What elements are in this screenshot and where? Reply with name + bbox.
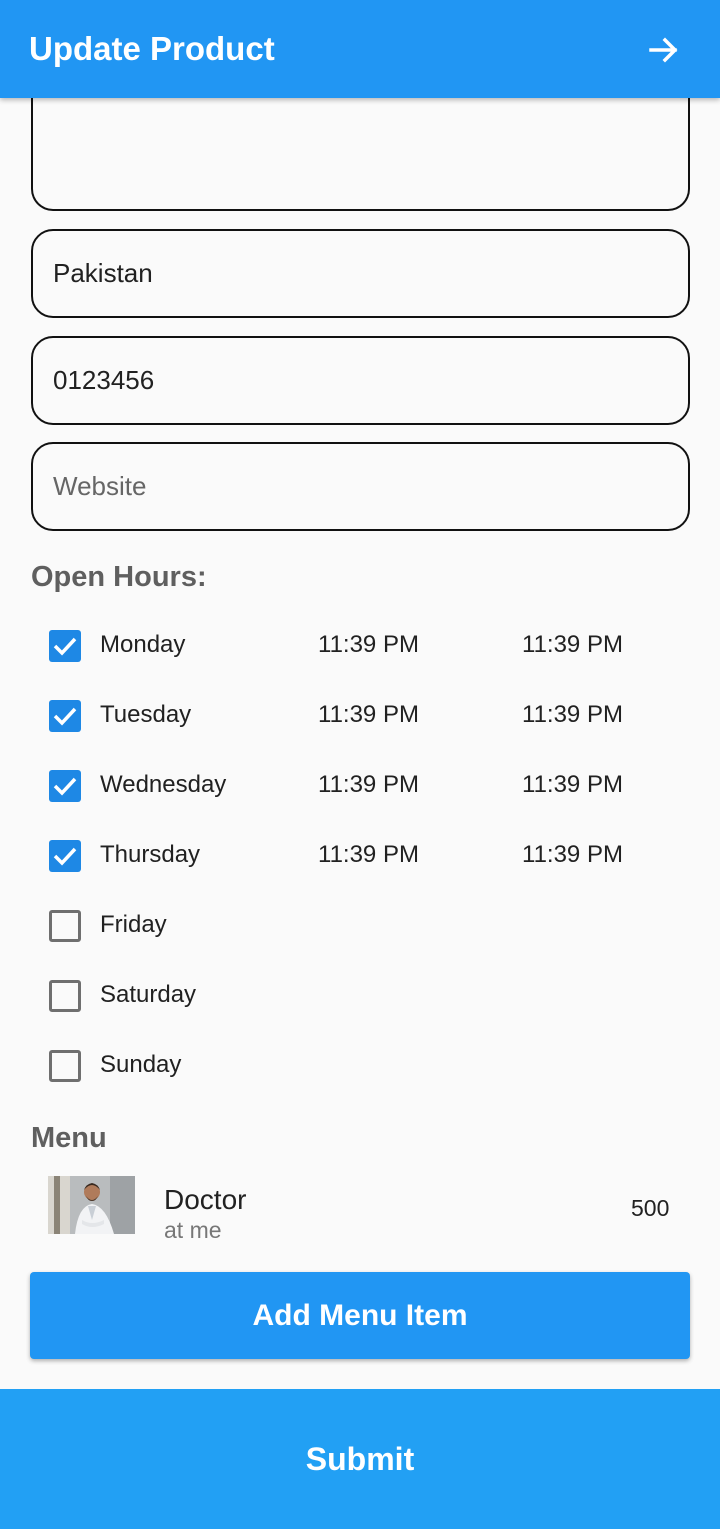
menu-item-price: 500 <box>631 1195 670 1221</box>
day-row-monday: Monday 11:39 PM 11:39 PM <box>0 613 720 683</box>
open-time[interactable]: 11:39 PM <box>318 771 419 799</box>
phone-field[interactable]: 0123456 <box>31 336 690 425</box>
day-row-sunday: Sunday <box>0 1033 720 1103</box>
close-time[interactable]: 11:39 PM <box>522 841 623 869</box>
add-menu-item-label: Add Menu Item <box>252 1298 468 1332</box>
day-label: Tuesday <box>100 701 192 728</box>
app-bar: Update Product <box>0 0 720 98</box>
day-row-friday: Friday <box>0 893 720 963</box>
checkbox-thursday[interactable] <box>49 840 81 872</box>
day-label: Thursday <box>100 841 201 868</box>
day-row-saturday: Saturday <box>0 963 720 1033</box>
day-label: Friday <box>100 911 167 938</box>
check-icon <box>53 777 77 796</box>
check-icon <box>53 637 77 656</box>
website-placeholder: Website <box>53 471 147 501</box>
page-title: Update Product <box>29 30 275 67</box>
website-field[interactable]: Website <box>31 442 690 531</box>
menu-item-image <box>48 1176 135 1234</box>
check-icon <box>53 707 77 726</box>
submit-button[interactable]: Submit <box>0 1389 720 1529</box>
check-icon <box>53 847 77 866</box>
day-row-tuesday: Tuesday 11:39 PM 11:39 PM <box>0 683 720 753</box>
checkbox-wednesday[interactable] <box>49 770 81 802</box>
day-label: Saturday <box>100 981 197 1008</box>
submit-label: Submit <box>305 1440 415 1477</box>
checkbox-saturday[interactable] <box>49 980 81 1012</box>
open-time[interactable]: 11:39 PM <box>318 841 419 869</box>
day-row-wednesday: Wednesday 11:39 PM 11:39 PM <box>0 753 720 823</box>
checkbox-monday[interactable] <box>49 630 81 662</box>
open-time[interactable]: 11:39 PM <box>318 701 419 729</box>
menu-label: Menu <box>31 1122 107 1154</box>
day-row-thursday: Thursday 11:39 PM 11:39 PM <box>0 823 720 893</box>
menu-item[interactable]: Doctor at me 500 <box>0 1168 720 1248</box>
arrow-right-icon[interactable] <box>640 26 688 74</box>
day-label: Wednesday <box>100 771 227 798</box>
close-time[interactable]: 11:39 PM <box>522 701 623 729</box>
checkbox-sunday[interactable] <box>49 1050 81 1082</box>
checkbox-tuesday[interactable] <box>49 700 81 732</box>
country-field[interactable]: Pakistan <box>31 229 690 318</box>
open-time[interactable]: 11:39 PM <box>318 631 419 659</box>
country-value: Pakistan <box>53 258 153 288</box>
open-hours-label: Open Hours: <box>31 561 207 593</box>
menu-item-subtitle: at me <box>164 1217 222 1243</box>
checkbox-friday[interactable] <box>49 910 81 942</box>
add-menu-item-button[interactable]: Add Menu Item <box>30 1272 690 1359</box>
close-time[interactable]: 11:39 PM <box>522 771 623 799</box>
day-label: Monday <box>100 631 186 658</box>
day-label: Sunday <box>100 1051 182 1078</box>
phone-value: 0123456 <box>53 365 155 395</box>
menu-item-title: Doctor <box>164 1184 247 1215</box>
close-time[interactable]: 11:39 PM <box>522 631 623 659</box>
